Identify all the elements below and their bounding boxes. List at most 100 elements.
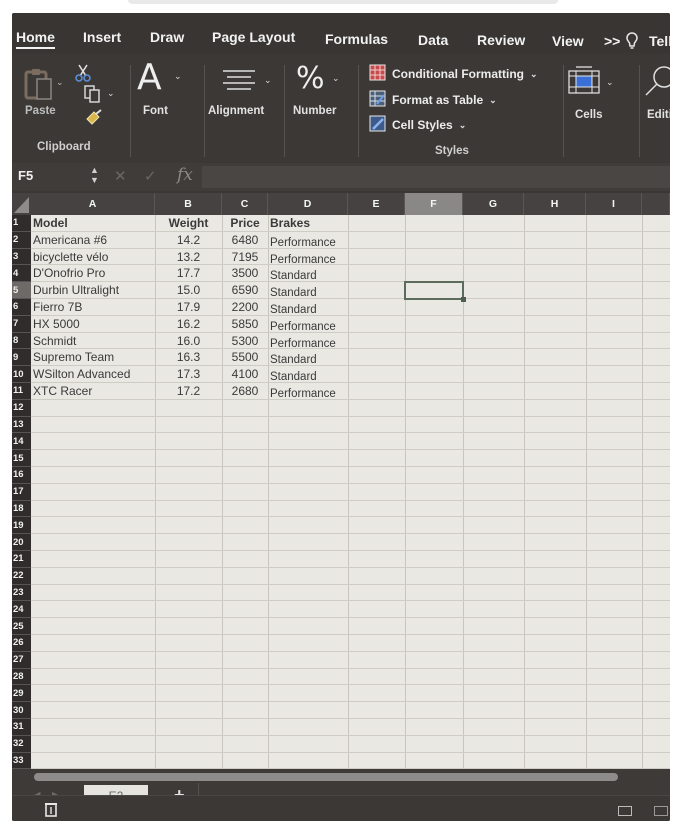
table-cell[interactable]: Standard [270, 268, 346, 285]
table-cell[interactable]: WSilton Advanced [33, 366, 153, 383]
table-cell[interactable]: 5300 [224, 333, 266, 350]
alignment-icon[interactable] [222, 69, 256, 98]
table-cell[interactable]: 16.3 [157, 349, 220, 366]
row-header-2[interactable]: 2 [12, 231, 31, 249]
table-cell[interactable]: bicyclette vélo [33, 249, 153, 266]
tab-page-layout[interactable]: Page Layout [212, 29, 295, 45]
table-cell[interactable]: 17.3 [157, 366, 220, 383]
horizontal-scrollbar[interactable] [34, 773, 618, 781]
page-layout-view-icon[interactable] [654, 806, 668, 816]
table-cell[interactable]: 6590 [224, 282, 266, 299]
font-dropdown-icon[interactable]: ⌄ [174, 71, 182, 82]
row-header-26[interactable]: 26 [12, 635, 31, 652]
table-cell[interactable]: 6480 [224, 232, 266, 249]
table-cell[interactable]: HX 5000 [33, 316, 153, 333]
table-cell[interactable]: 13.2 [157, 249, 220, 266]
header-cell[interactable]: Price [224, 215, 266, 232]
table-cell[interactable]: 4100 [224, 366, 266, 383]
row-header-18[interactable]: 18 [12, 500, 31, 518]
table-cell[interactable]: XTC Racer [33, 383, 153, 400]
table-cell[interactable]: 7195 [224, 249, 266, 266]
row-header-3[interactable]: 3 [12, 248, 31, 266]
row-header-17[interactable]: 17 [12, 483, 31, 501]
tab-review[interactable]: Review [477, 32, 525, 48]
row-header-1[interactable]: 1 [12, 215, 31, 232]
table-cell[interactable]: 17.7 [157, 265, 220, 282]
number-format-icon[interactable]: % [296, 61, 325, 96]
cells-icon[interactable] [568, 65, 600, 100]
table-cell[interactable]: Supremo Team [33, 349, 153, 366]
cell-styles-button[interactable]: Cell Styles ⌄ [369, 115, 466, 135]
row-header-29[interactable]: 29 [12, 685, 31, 703]
table-cell[interactable]: Standard [270, 352, 346, 369]
column-header-j[interactable] [642, 193, 670, 215]
row-header-27[interactable]: 27 [12, 651, 31, 669]
tab-data[interactable]: Data [418, 32, 448, 48]
row-header-23[interactable]: 23 [12, 584, 31, 602]
row-header-12[interactable]: 12 [12, 399, 31, 417]
tab-draw[interactable]: Draw [150, 29, 184, 45]
name-box[interactable]: F5 [18, 168, 33, 183]
row-header-7[interactable]: 7 [12, 315, 31, 333]
conditional-formatting-button[interactable]: Conditional Formatting ⌄ [369, 64, 538, 84]
header-cell[interactable]: Weight [157, 215, 220, 232]
column-header-c[interactable]: C [222, 193, 268, 215]
row-header-10[interactable]: 10 [12, 366, 31, 383]
table-cell[interactable]: Standard [270, 302, 346, 319]
table-cell[interactable]: Americana #6 [33, 232, 153, 249]
column-header-b[interactable]: B [155, 193, 222, 215]
table-cell[interactable]: D'Onofrio Pro [33, 265, 153, 282]
row-header-16[interactable]: 16 [12, 467, 31, 484]
table-cell[interactable]: Standard [270, 285, 346, 302]
format-painter-icon[interactable] [85, 109, 103, 130]
row-header-5[interactable]: 5 [12, 282, 31, 299]
row-header-22[interactable]: 22 [12, 567, 31, 585]
format-as-table-button[interactable]: Format as Table ⌄ [369, 90, 497, 110]
row-header-8[interactable]: 8 [12, 332, 31, 350]
column-header-h[interactable]: H [524, 193, 586, 215]
tab-formulas[interactable]: Formulas [325, 31, 388, 47]
copy-dropdown-icon[interactable]: ⌄ [107, 88, 115, 99]
cut-icon[interactable] [75, 64, 91, 87]
row-header-14[interactable]: 14 [12, 433, 31, 451]
row-header-24[interactable]: 24 [12, 601, 31, 619]
select-all-button[interactable] [12, 193, 31, 215]
fill-handle[interactable] [461, 297, 466, 302]
normal-view-icon[interactable] [618, 806, 632, 816]
table-cell[interactable]: Performance [270, 252, 346, 269]
table-cell[interactable]: 5850 [224, 316, 266, 333]
column-header-i[interactable]: I [586, 193, 642, 215]
number-dropdown-icon[interactable]: ⌄ [332, 73, 340, 84]
row-header-33[interactable]: 33 [12, 752, 31, 770]
active-cell-selection[interactable] [404, 281, 464, 300]
lightbulb-icon[interactable] [626, 32, 638, 55]
table-cell[interactable]: 17.2 [157, 383, 220, 400]
more-tabs-button[interactable]: >> [604, 33, 620, 49]
row-header-11[interactable]: 11 [12, 383, 31, 400]
table-cell[interactable]: 16.2 [157, 316, 220, 333]
row-header-21[interactable]: 21 [12, 551, 31, 568]
formula-input[interactable] [202, 166, 670, 188]
row-header-30[interactable]: 30 [12, 702, 31, 719]
table-cell[interactable]: Performance [270, 319, 346, 336]
table-cell[interactable]: 5500 [224, 349, 266, 366]
row-header-13[interactable]: 13 [12, 416, 31, 434]
column-header-e[interactable]: E [348, 193, 405, 215]
header-cell[interactable]: Brakes [270, 215, 346, 232]
table-cell[interactable]: Performance [270, 386, 346, 403]
table-cell[interactable]: 16.0 [157, 333, 220, 350]
row-header-19[interactable]: 19 [12, 517, 31, 535]
tell-me-label[interactable]: Tell [649, 33, 670, 49]
paste-icon[interactable] [24, 67, 58, 108]
table-cell[interactable]: Fierro 7B [33, 299, 153, 316]
row-header-31[interactable]: 31 [12, 719, 31, 736]
search-icon[interactable] [644, 65, 670, 104]
column-header-d[interactable]: D [268, 193, 348, 215]
table-cell[interactable]: 17.9 [157, 299, 220, 316]
row-header-28[interactable]: 28 [12, 668, 31, 686]
table-cell[interactable]: 3500 [224, 265, 266, 282]
macro-record-icon[interactable] [44, 801, 58, 821]
name-box-stepper-icon[interactable]: ▲ ▼ [90, 165, 99, 185]
table-cell[interactable]: Standard [270, 369, 346, 386]
tab-view[interactable]: View [552, 33, 584, 49]
